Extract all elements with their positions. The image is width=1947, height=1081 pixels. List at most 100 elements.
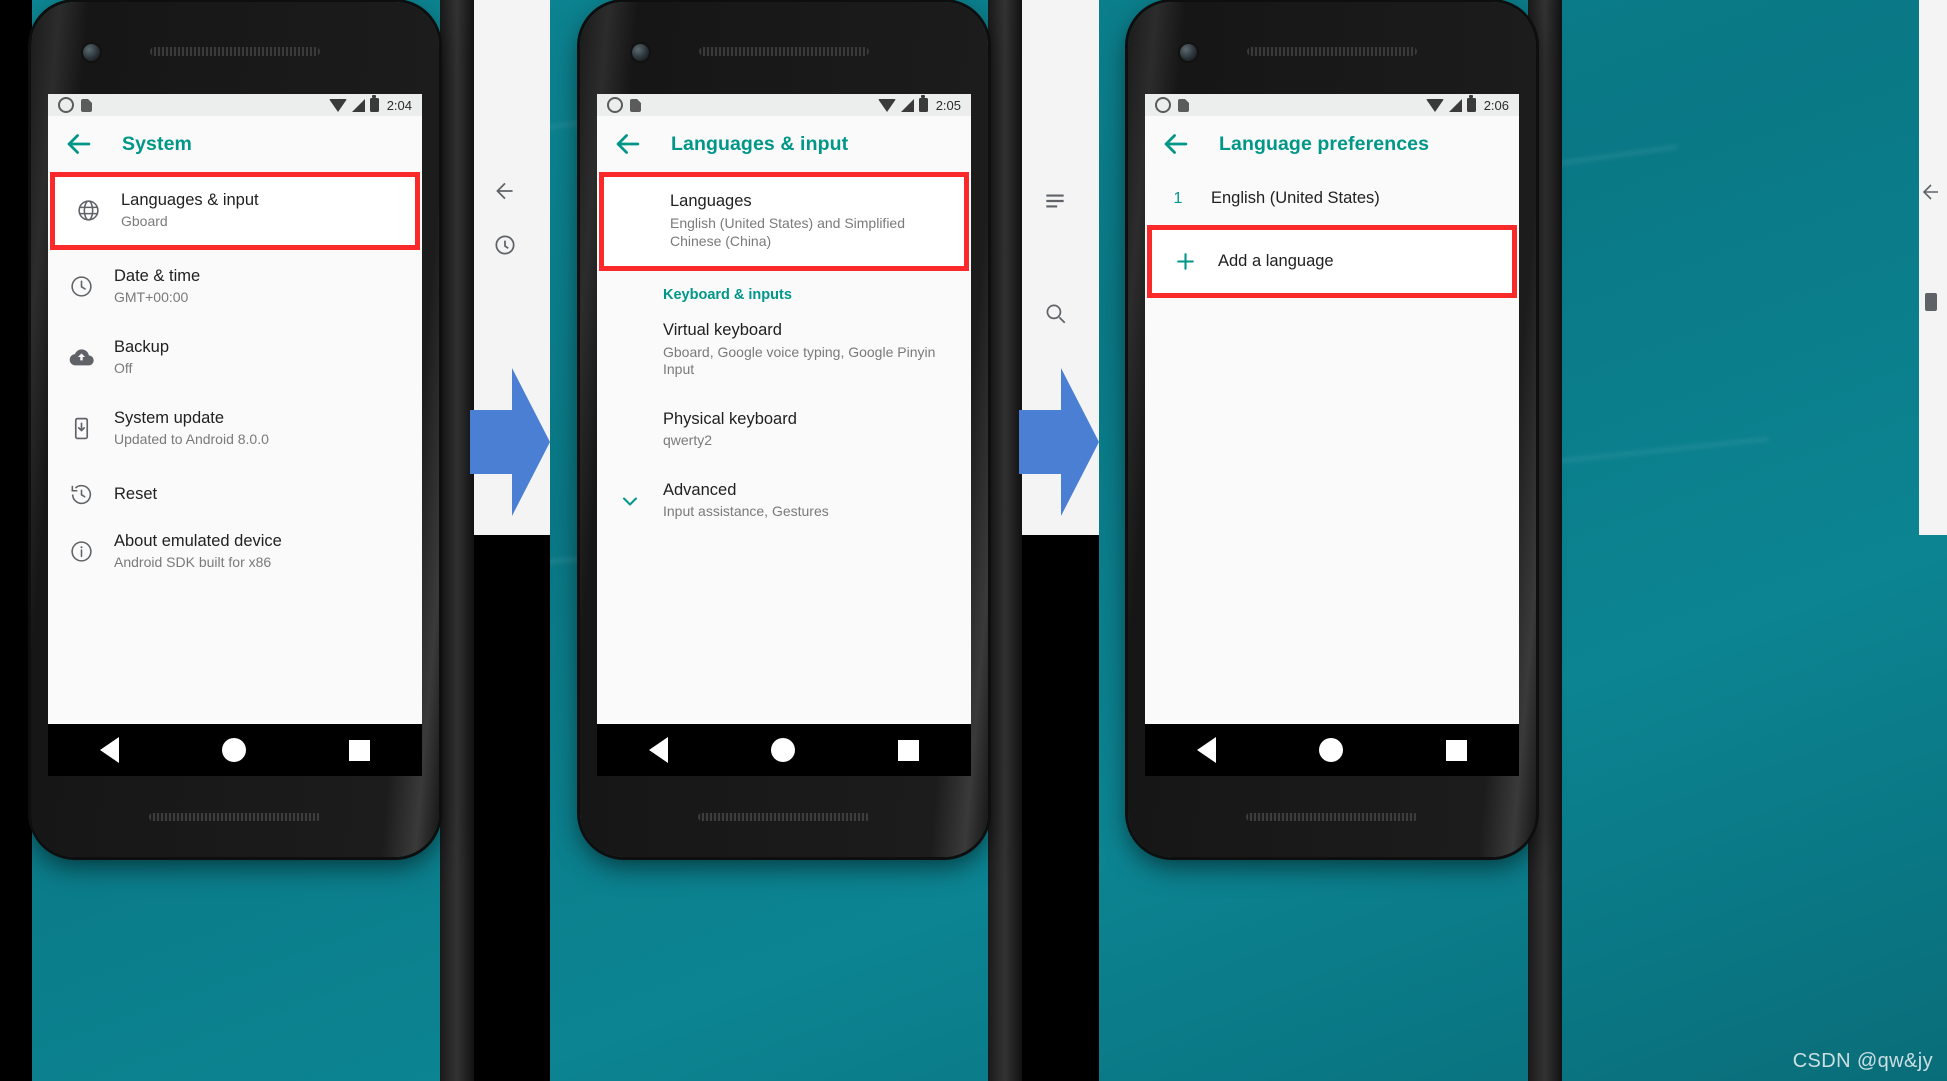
settings-list: Languages & input Gboard Date & time GMT… bbox=[48, 172, 422, 586]
earpiece-grille bbox=[150, 47, 320, 56]
watermark: CSDN @qw&jy bbox=[1792, 1050, 1933, 1072]
list-item-backup[interactable]: Backup Off bbox=[48, 321, 422, 392]
list-item-subtitle: Input assistance, Gestures bbox=[663, 503, 829, 520]
list-item-physical-keyboard[interactable]: Physical keyboard qwerty2 bbox=[597, 393, 971, 464]
back-arrow-icon[interactable] bbox=[1159, 127, 1193, 161]
nav-recents-icon[interactable] bbox=[349, 739, 371, 761]
section-header-keyboard-inputs: Keyboard & inputs bbox=[663, 287, 792, 304]
screenshot-icon bbox=[1155, 97, 1171, 113]
list-item-system-update[interactable]: System update Updated to Android 8.0.0 bbox=[48, 392, 422, 463]
list-item-title: Virtual keyboard bbox=[663, 321, 782, 340]
list-item-date-time[interactable]: Date & time GMT+00:00 bbox=[48, 250, 422, 321]
list-item-english-united-states[interactable]: 1 English (United States) bbox=[1145, 172, 1519, 225]
list-item-title: About emulated device bbox=[114, 531, 282, 550]
settings-list: Languages English (United States) and Si… bbox=[597, 172, 971, 535]
list-item-subtitle: English (United States) and Simplified C… bbox=[670, 215, 906, 249]
list-item-title: Advanced bbox=[663, 480, 737, 499]
phone-system: 2:04 System Languages & input Gboard Dat… bbox=[31, 2, 439, 857]
wifi-icon bbox=[328, 98, 347, 112]
status-bar: 2:04 bbox=[48, 94, 422, 116]
page-title: Language preferences bbox=[1219, 132, 1430, 155]
phone-language-preferences: 2:06 Language preferences 1 English (Uni… bbox=[1128, 2, 1536, 857]
screenshot-icon bbox=[58, 97, 74, 113]
list-item-title: Reset bbox=[114, 484, 158, 503]
nav-back-icon[interactable] bbox=[648, 737, 668, 763]
nav-home-icon[interactable] bbox=[770, 738, 795, 762]
bottom-speaker-grille bbox=[149, 813, 321, 821]
battery-icon bbox=[369, 95, 379, 112]
nav-back-icon[interactable] bbox=[99, 737, 119, 763]
signal-icon bbox=[1448, 98, 1462, 112]
list-item-reset[interactable]: Reset bbox=[48, 463, 422, 526]
android-nav-bar bbox=[1145, 724, 1519, 776]
status-bar: 2:06 bbox=[1145, 94, 1519, 116]
nav-recents-icon[interactable] bbox=[1446, 739, 1468, 761]
fragment-icon-1 bbox=[492, 178, 518, 204]
app-bar: Languages & input bbox=[597, 116, 971, 172]
list-item-languages[interactable]: Languages English (United States) and Si… bbox=[599, 172, 969, 272]
nav-recents-icon[interactable] bbox=[898, 739, 920, 761]
back-arrow-icon[interactable] bbox=[62, 127, 96, 161]
phone-bezel-top bbox=[31, 2, 439, 94]
sim-icon bbox=[81, 98, 92, 112]
fragment-icon-5 bbox=[1919, 180, 1943, 204]
cloud-upload-icon bbox=[48, 344, 114, 371]
battery-icon bbox=[1466, 95, 1476, 112]
app-bar: System bbox=[48, 116, 422, 172]
bottom-speaker-grille bbox=[698, 813, 870, 821]
plus-icon bbox=[1152, 249, 1218, 274]
list-item-title: Languages bbox=[670, 192, 752, 210]
list-item-title: English (United States) bbox=[1211, 189, 1380, 207]
android-nav-bar bbox=[48, 724, 422, 776]
status-time: 2:04 bbox=[386, 97, 412, 113]
flow-arrow-1 bbox=[470, 368, 550, 516]
nav-home-icon[interactable] bbox=[221, 738, 246, 762]
front-camera-icon bbox=[632, 44, 649, 61]
front-camera-icon bbox=[83, 44, 100, 61]
sim-icon bbox=[630, 98, 641, 112]
nav-back-icon[interactable] bbox=[1196, 737, 1216, 763]
status-time: 2:06 bbox=[1483, 97, 1509, 113]
battery-icon bbox=[918, 95, 928, 112]
list-item-title: Languages & input bbox=[121, 191, 259, 209]
sim-icon bbox=[1178, 98, 1189, 112]
list-item-subtitle: Gboard, Google voice typing, Google Piny… bbox=[663, 343, 936, 378]
list-item-subtitle: qwerty2 bbox=[663, 432, 713, 449]
page-title: System bbox=[122, 132, 192, 155]
list-item-subtitle: Android SDK built for x86 bbox=[114, 554, 272, 571]
nav-home-icon[interactable] bbox=[1318, 738, 1343, 762]
list-item-languages-input[interactable]: Languages & input Gboard bbox=[50, 172, 420, 250]
list-item-subtitle: Updated to Android 8.0.0 bbox=[114, 431, 269, 448]
list-item-virtual-keyboard[interactable]: Virtual keyboard Gboard, Google voice ty… bbox=[597, 311, 971, 392]
earpiece-grille bbox=[699, 47, 869, 56]
info-icon bbox=[48, 539, 114, 564]
bottom-speaker-grille bbox=[1246, 813, 1418, 821]
app-bar: Language preferences bbox=[1145, 116, 1519, 172]
phone-screen: 2:06 Language preferences 1 English (Uni… bbox=[1145, 94, 1519, 724]
fragment-icon-6 bbox=[1919, 290, 1943, 314]
earpiece-grille bbox=[1247, 47, 1417, 56]
list-item-about-device[interactable]: About emulated device Android SDK built … bbox=[48, 526, 422, 586]
signal-icon bbox=[351, 98, 365, 112]
back-arrow-icon[interactable] bbox=[611, 127, 645, 161]
android-nav-bar bbox=[597, 724, 971, 776]
phone-screen: 2:04 System Languages & input Gboard Dat… bbox=[48, 94, 422, 724]
screenshot-icon bbox=[607, 97, 623, 113]
list-item-advanced[interactable]: Advanced Input assistance, Gestures bbox=[597, 464, 971, 535]
list-item-title: System update bbox=[114, 408, 225, 427]
phone-edge-strip-1 bbox=[440, 0, 474, 1081]
language-rank: 1 bbox=[1173, 189, 1183, 207]
reset-icon bbox=[48, 482, 114, 507]
chevron-down-icon[interactable] bbox=[597, 489, 663, 513]
front-camera-icon bbox=[1180, 44, 1197, 61]
list-item-title: Physical keyboard bbox=[663, 409, 797, 428]
list-item-add-a-language[interactable]: Add a language bbox=[1147, 225, 1517, 299]
system-update-icon bbox=[48, 416, 114, 441]
list-item-title: Backup bbox=[114, 337, 170, 356]
phone-languages-input: 2:05 Languages & input Languages English… bbox=[580, 2, 988, 857]
status-time: 2:05 bbox=[935, 97, 961, 113]
phone-bezel-top bbox=[1128, 2, 1536, 94]
list-item-subtitle: GMT+00:00 bbox=[114, 289, 189, 306]
page-title: Languages & input bbox=[671, 132, 849, 155]
list-item-subtitle: Off bbox=[114, 360, 133, 377]
